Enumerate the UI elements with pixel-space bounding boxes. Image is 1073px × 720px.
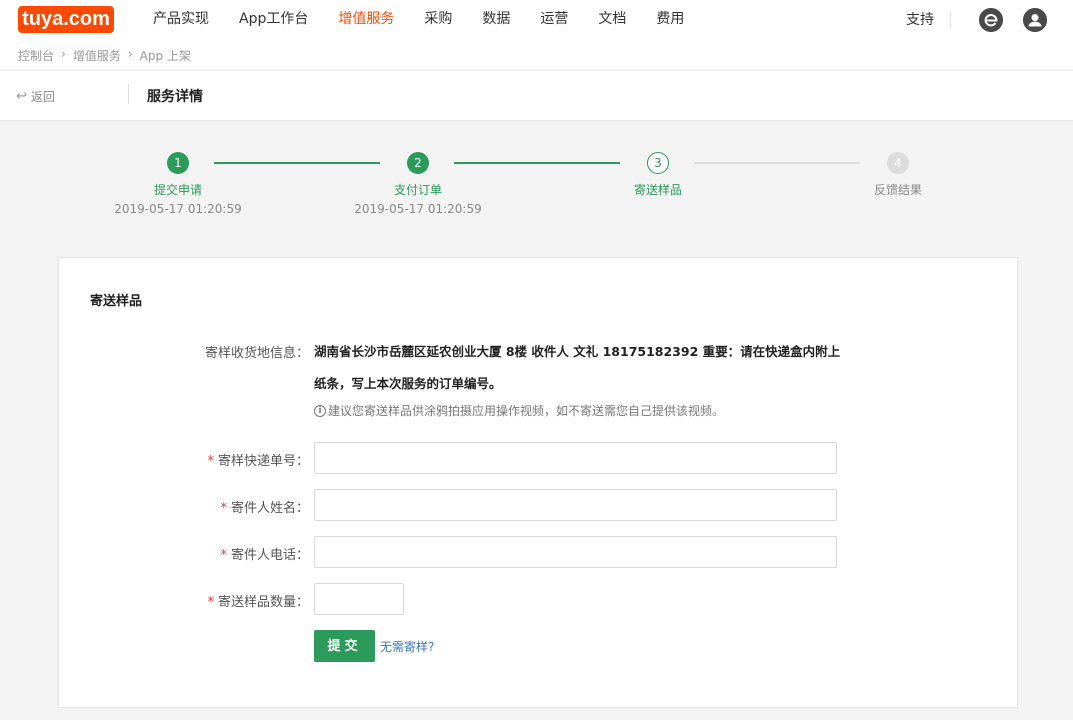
- top-right-tools: 支持: [906, 0, 1047, 40]
- step-title: 支付订单: [393, 183, 442, 197]
- step-title: 反馈结果: [873, 183, 922, 197]
- page-header: ↩ 返回 服务详情: [0, 71, 1073, 121]
- submit-button[interactable]: 提交: [314, 630, 375, 662]
- back-button[interactable]: ↩ 返回: [16, 88, 55, 105]
- card-title: 寄送样品: [90, 294, 143, 309]
- nav-item-app-workbench[interactable]: App工作台: [224, 0, 323, 40]
- back-arrow-icon: ↩: [16, 89, 27, 104]
- send-sample-card: 寄送样品 寄样收货地信息： 湖南省长沙市岳麓区延农创业大厦 8楼 收件人 文礼 …: [58, 257, 1018, 708]
- sender-phone-label: * 寄件人电话：: [69, 544, 309, 563]
- nav-item-purchase[interactable]: 采购: [409, 0, 467, 40]
- label-text: 寄样快递单号：: [217, 454, 309, 469]
- step-feedback-result: 4 反馈结果: [818, 152, 978, 198]
- sender-phone-input[interactable]: [314, 536, 837, 568]
- nav-item-docs[interactable]: 文档: [583, 0, 641, 40]
- main-nav: 产品实现 App工作台 增值服务 采购 数据 运营 文档 费用: [138, 0, 699, 40]
- label-text: 寄件人电话：: [230, 548, 309, 563]
- sample-quantity-label: * 寄送样品数量：: [69, 591, 309, 610]
- breadcrumb: 控制台 › 增值服务 › App 上架: [18, 47, 191, 64]
- tracking-number-label: * 寄样快递单号：: [69, 450, 309, 469]
- top-navigation-bar: tuya.com 产品实现 App工作台 增值服务 采购 数据 运营 文档 费用…: [0, 0, 1073, 40]
- header-divider: [128, 84, 129, 104]
- required-mark: *: [207, 595, 214, 610]
- nav-item-product[interactable]: 产品实现: [138, 0, 224, 40]
- nav-item-value-added-services[interactable]: 增值服务: [323, 0, 409, 40]
- step-title: 寄送样品: [633, 183, 682, 197]
- step-number: 4: [887, 152, 909, 174]
- sender-name-input[interactable]: [314, 489, 837, 521]
- shipping-address: 湖南省长沙市岳麓区延农创业大厦 8楼 收件人 文礼 18175182392 重要…: [314, 344, 841, 391]
- no-sample-needed-link[interactable]: 无需寄样?: [380, 638, 434, 655]
- sample-quantity-input[interactable]: [314, 583, 404, 615]
- step-time: 2019-05-17 01:20:59: [114, 202, 242, 216]
- breadcrumb-value-added[interactable]: 增值服务: [73, 47, 121, 64]
- progress-steps: 1 提交申请 2019-05-17 01:20:59 2 支付订单 2019-0…: [0, 121, 1073, 256]
- label-text: 寄送样品数量：: [217, 595, 309, 610]
- nav-item-data[interactable]: 数据: [467, 0, 525, 40]
- step-number: 2: [407, 152, 429, 174]
- tuya-logo[interactable]: tuya.com: [18, 6, 114, 33]
- label-text: 寄件人姓名：: [230, 501, 309, 516]
- chevron-right-icon: ›: [61, 47, 66, 61]
- step-title: 提交申请: [153, 183, 202, 197]
- required-mark: *: [207, 454, 214, 469]
- step-time: 2019-05-17 01:20:59: [354, 202, 482, 216]
- step-submit-application: 1 提交申请 2019-05-17 01:20:59: [98, 152, 258, 216]
- back-label: 返回: [30, 90, 55, 104]
- breadcrumb-app-listing: App 上架: [139, 49, 191, 63]
- hint-text: 建议您寄送样品供涂鸦拍摄应用操作视频，如不寄送需您自己提供该视频。: [328, 404, 725, 418]
- info-icon: i: [314, 404, 326, 417]
- step-pay-order: 2 支付订单 2019-05-17 01:20:59: [338, 152, 498, 216]
- step-number: 1: [167, 152, 189, 174]
- browser-icon[interactable]: [979, 8, 1003, 32]
- user-avatar-icon[interactable]: [1023, 8, 1047, 32]
- support-link[interactable]: 支持: [906, 12, 951, 28]
- step-send-sample: 3 寄送样品: [578, 152, 738, 198]
- sender-name-label: * 寄件人姓名：: [69, 497, 309, 516]
- sample-hint: i 建议您寄送样品供涂鸦拍摄应用操作视频，如不寄送需您自己提供该视频。: [314, 402, 724, 419]
- step-number: 3: [647, 152, 669, 174]
- required-mark: *: [220, 501, 227, 516]
- address-label: 寄样收货地信息：: [204, 346, 309, 361]
- tracking-number-input[interactable]: [314, 442, 837, 474]
- nav-item-billing[interactable]: 费用: [641, 0, 699, 40]
- nav-item-operations[interactable]: 运营: [525, 0, 583, 40]
- chevron-right-icon: ›: [127, 47, 133, 61]
- breadcrumb-console[interactable]: 控制台: [18, 47, 54, 64]
- required-mark: *: [220, 548, 227, 563]
- breadcrumb-bar: 控制台 › 增值服务 › App 上架: [0, 40, 1073, 70]
- page-title: 服务详情: [147, 89, 203, 105]
